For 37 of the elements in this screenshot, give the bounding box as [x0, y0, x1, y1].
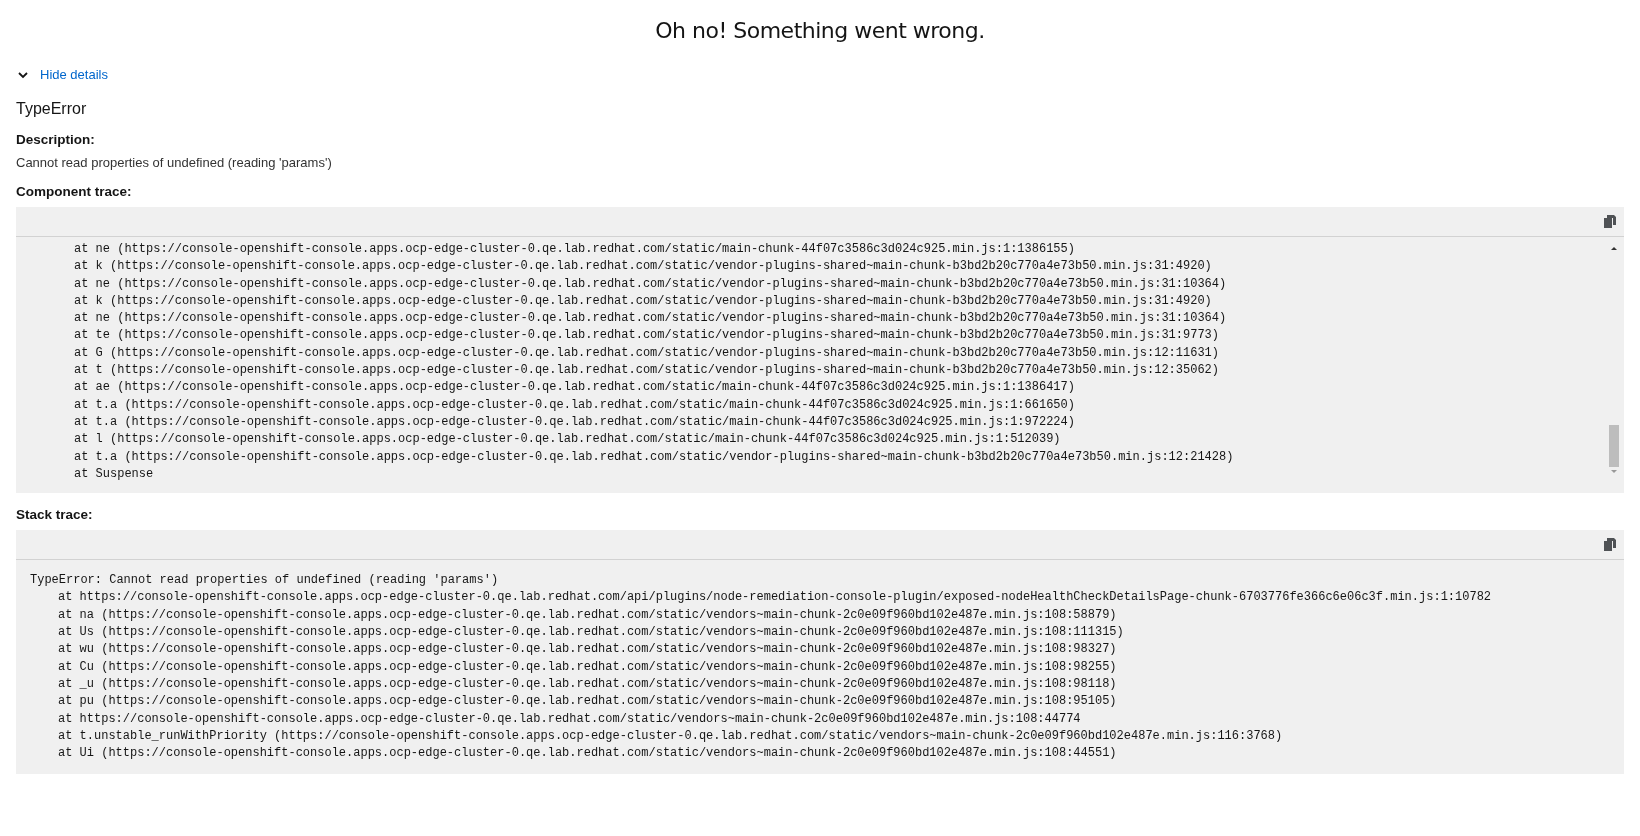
description-text: Cannot read properties of undefined (reading 'params') [16, 155, 333, 170]
error-name: TypeError [16, 100, 88, 118]
trace-line: at t.a (https://console-openshift-console.apps.ocp-edge-cluster-0.qe.lab.redhat.com/static/vendor-plugins-shared~main-chunk-b3bd2b20c770a4e73b50.min.js:12:21428) [73, 448, 1235, 466]
copy-button[interactable] [1602, 213, 1618, 230]
chevron-icon [18, 69, 28, 80]
trace-line: at k (https://console-openshift-console.apps.ocp-edge-cluster-0.qe.lab.redhat.com/static/vendor-plugins-shared~main-chunk-b3bd2b20c770a4e73b50.min.js:31:4920) [73, 258, 1213, 276]
trace-line: at ne (https://console-openshift-console.apps.ocp-edge-cluster-0.qe.lab.redhat.com/static/vendor-plugins-shared~main-chunk-b3bd2b20c770a4e73b50.min.js:31:10364) [73, 310, 1228, 328]
details-toggle[interactable]: Hide details [16, 65, 110, 84]
trace-line: at t (https://console-openshift-console.apps.ocp-edge-cluster-0.qe.lab.redhat.com/static/vendor-plugins-shared~main-chunk-b3bd2b20c770a4e73b50.min.js:12:35062) [73, 362, 1220, 380]
copy-icon [1604, 538, 1616, 552]
trace-line: at ne (https://console-openshift-console.apps.ocp-edge-cluster-0.qe.lab.redhat.com/static/main-chunk-44f07c3586c3d024c925.min.js:1:1386155) [73, 241, 1076, 258]
trace-line: at te (https://console-openshift-console.apps.ocp-edge-cluster-0.qe.lab.redhat.com/static/vendor-plugins-shared~main-chunk-b3bd2b20c770a4e73b50.min.js:31:9773) [73, 327, 1220, 345]
trace-line: at pu (https://console-openshift-console.apps.ocp-edge-cluster-0.qe.lab.redhat.com/static/vendors~main-chunk-2c0e09f960bd102e487e.min.js:108:95105) [57, 693, 1118, 711]
trace-line: at ne (https://console-openshift-console.apps.ocp-edge-cluster-0.qe.lab.redhat.com/static/vendor-plugins-shared~main-chunk-b3bd2b20c770a4e73b50.min.js:31:10364) [73, 275, 1228, 293]
trace-line: at Ui (https://console-openshift-console.apps.ocp-edge-cluster-0.qe.lab.redhat.com/static/vendors~main-chunk-2c0e09f960bd102e487e.min.js:108:44551) [57, 745, 1118, 763]
trace-line: at t.a (https://console-openshift-console.apps.ocp-edge-cluster-0.qe.lab.redhat.com/static/main-chunk-44f07c3586c3d024c925.min.js:1:661650) [73, 396, 1076, 414]
trace-line: at _u (https://console-openshift-console.apps.ocp-edge-cluster-0.qe.lab.redhat.com/static/vendors~main-chunk-2c0e09f960bd102e487e.min.js:108:98118) [57, 675, 1118, 693]
trace-line: at l (https://console-openshift-console.apps.ocp-edge-cluster-0.qe.lab.redhat.com/static/main-chunk-44f07c3586c3d024c925.min.js:1:512039) [73, 431, 1062, 449]
trace-line: at https://console-openshift-console.apps.ocp-edge-cluster-0.qe.lab.redhat.com/static/vendors~main-chunk-2c0e09f960bd102e487e.min.js:108:44774 [57, 710, 1082, 728]
trace-line: at t.unstable_runWithPriority (https://console-openshift-console.apps.ocp-edge-cluster-0.qe.lab.redhat.com/static/vendors~main-chunk-2c0e09f960bd102e487e.min.js:116:3768) [57, 727, 1284, 745]
trace-line: TypeError: Cannot read properties of undefined (reading 'params') [30, 572, 500, 590]
stack-trace-label: Stack trace: [16, 507, 94, 523]
trace-line: at na (https://console-openshift-console.apps.ocp-edge-cluster-0.qe.lab.redhat.com/static/vendors~main-chunk-2c0e09f960bd102e487e.min.js:108:58879) [57, 606, 1118, 624]
trace-line: at Suspense [73, 465, 155, 483]
trace-line: at k (https://console-openshift-console.apps.ocp-edge-cluster-0.qe.lab.redhat.com/static/vendor-plugins-shared~main-chunk-b3bd2b20c770a4e73b50.min.js:31:4920) [73, 292, 1213, 310]
trace-line: at ae (https://console-openshift-console.apps.ocp-edge-cluster-0.qe.lab.redhat.com/static/main-chunk-44f07c3586c3d024c925.min.js:1:1386417) [73, 379, 1076, 397]
copy-icon [1604, 215, 1616, 228]
description-label: Description: [16, 132, 96, 147]
trace-line: at Us (https://console-openshift-console.apps.ocp-edge-cluster-0.qe.lab.redhat.com/static/vendors~main-chunk-2c0e09f960bd102e487e.min.js:108:111315) [57, 624, 1125, 642]
trace-line: at G (https://console-openshift-console.apps.ocp-edge-cluster-0.qe.lab.redhat.com/static/vendor-plugins-shared~main-chunk-b3bd2b20c770a4e73b50.min.js:12:11631) [73, 344, 1220, 362]
trace-line: at wu (https://console-openshift-console.apps.ocp-edge-cluster-0.qe.lab.redhat.com/static/vendors~main-chunk-2c0e09f960bd102e487e.min.js:108:98327) [57, 641, 1118, 659]
copy-button[interactable] [1602, 536, 1618, 554]
component-trace-label: Component trace: [16, 184, 133, 199]
trace-line: at Cu (https://console-openshift-console.apps.ocp-edge-cluster-0.qe.lab.redhat.com/static/vendors~main-chunk-2c0e09f960bd102e487e.min.js:108:98255) [57, 658, 1118, 676]
trace-line: at t.a (https://console-openshift-console.apps.ocp-edge-cluster-0.qe.lab.redhat.com/static/main-chunk-44f07c3586c3d024c925.min.js:1:972224) [73, 413, 1076, 431]
page-title: Oh no! Something went wrong. [654, 18, 986, 43]
trace-line: at https://console-openshift-console.apps.ocp-edge-cluster-0.qe.lab.redhat.com/api/plugins/node-remediation-console-plugin/exposed-nodeHealthCheckDetailsPage-chunk-6703776fe366c6e06c3f.min.js:1:10782 [57, 589, 1493, 607]
